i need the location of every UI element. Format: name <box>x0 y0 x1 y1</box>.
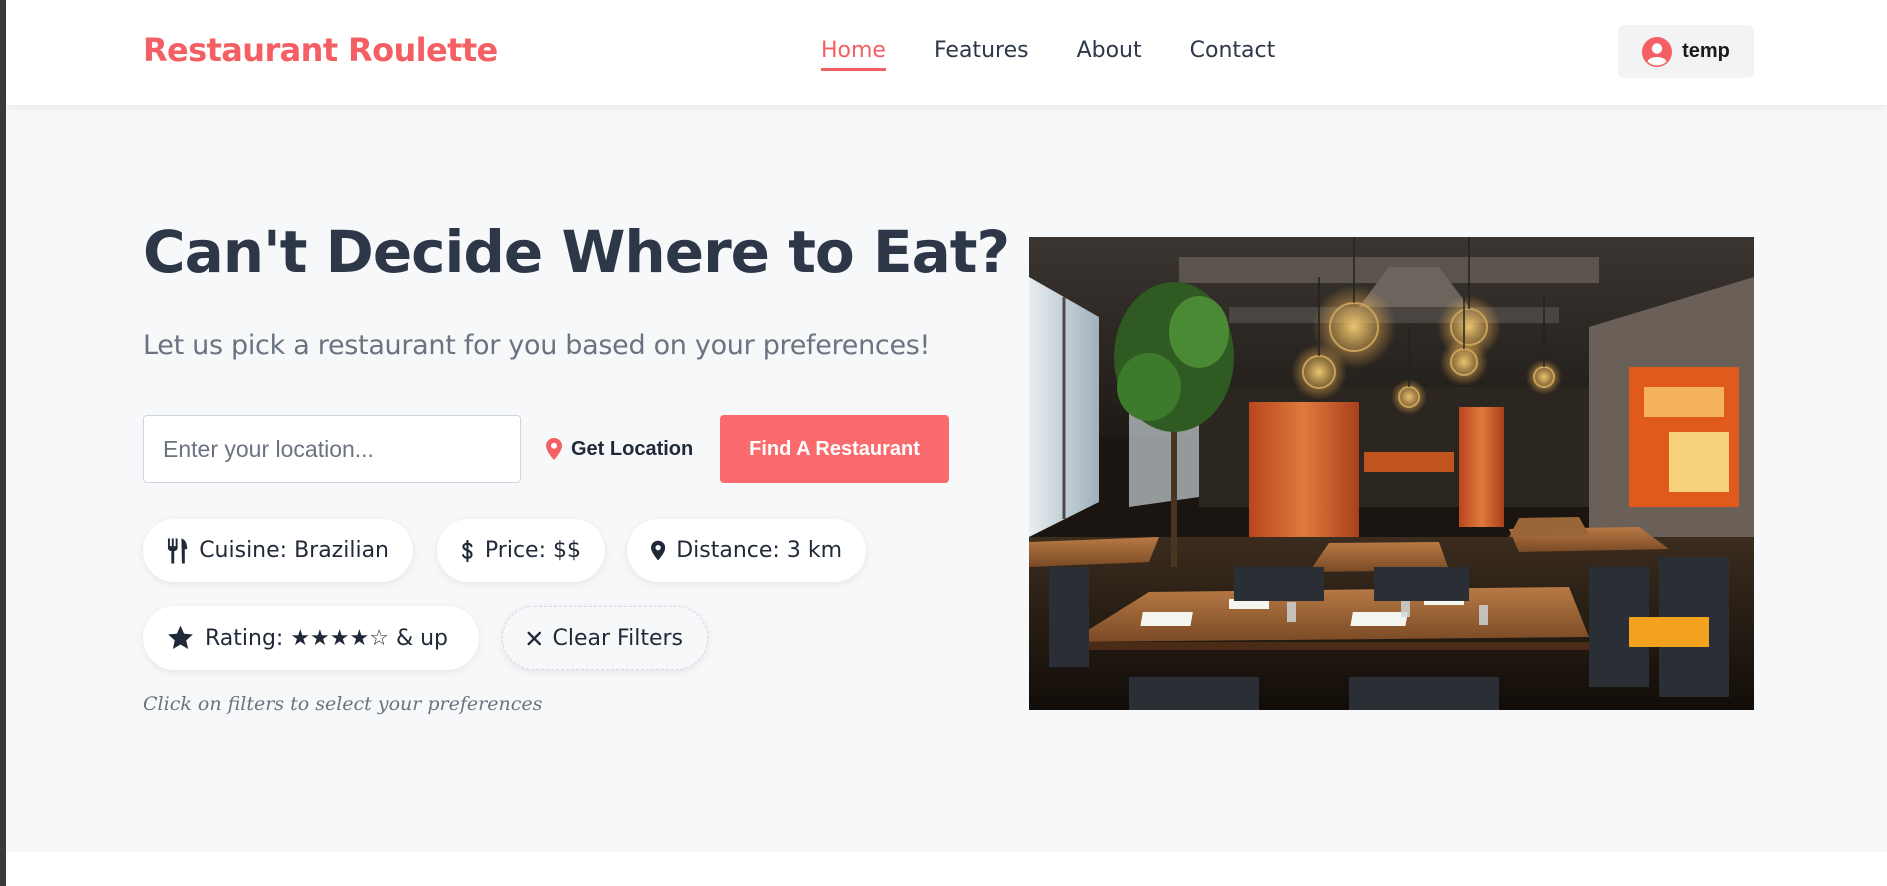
nav-features[interactable]: Features <box>934 38 1029 71</box>
footer-strip <box>6 852 1887 886</box>
filter-cuisine-chip[interactable]: Cuisine: Brazilian <box>143 519 413 582</box>
nav-home[interactable]: Home <box>821 38 886 71</box>
map-pin-icon <box>546 438 562 460</box>
user-circle-icon <box>1642 36 1673 67</box>
filter-rating-chip[interactable]: Rating: ★★★★☆ & up <box>143 606 479 670</box>
filter-price-chip[interactable]: Price: $$ <box>437 519 605 582</box>
clear-filters-label: Clear Filters <box>552 625 683 651</box>
get-location-button[interactable]: Get Location <box>546 430 693 468</box>
dollar-icon <box>461 539 473 562</box>
filter-hint: Click on filters to select your preferen… <box>143 693 543 715</box>
star-icon <box>168 625 193 650</box>
page: Restaurant Roulette Home Features About … <box>6 0 1887 886</box>
restaurant-interior-image <box>1029 237 1754 710</box>
user-name: temp <box>1682 40 1730 62</box>
main-nav: Home Features About Contact <box>821 38 1323 71</box>
brand-logo[interactable]: Restaurant Roulette <box>143 31 498 69</box>
filter-rating-label: Rating: ★★★★☆ & up <box>205 625 448 651</box>
filter-price-label: Price: $$ <box>484 538 581 563</box>
clear-filters-button[interactable]: Clear Filters <box>502 606 708 670</box>
hero-title: Can't Decide Where to Eat? <box>143 218 1010 286</box>
nav-about[interactable]: About <box>1077 38 1142 71</box>
map-pin-icon <box>651 540 666 561</box>
get-location-label: Get Location <box>571 437 694 460</box>
filter-distance-chip[interactable]: Distance: 3 km <box>627 519 866 582</box>
hero-subtitle: Let us pick a restaurant for you based o… <box>143 330 931 361</box>
nav-contact[interactable]: Contact <box>1190 38 1276 71</box>
location-input[interactable] <box>143 415 521 483</box>
close-icon <box>527 631 542 645</box>
top-navbar: Restaurant Roulette Home Features About … <box>6 0 1887 105</box>
user-menu-button[interactable]: temp <box>1618 25 1754 78</box>
filter-distance-label: Distance: 3 km <box>676 538 842 563</box>
filter-cuisine-label: Cuisine: Brazilian <box>199 538 389 563</box>
find-restaurant-button[interactable]: Find A Restaurant <box>720 415 949 483</box>
utensils-icon <box>167 537 188 564</box>
